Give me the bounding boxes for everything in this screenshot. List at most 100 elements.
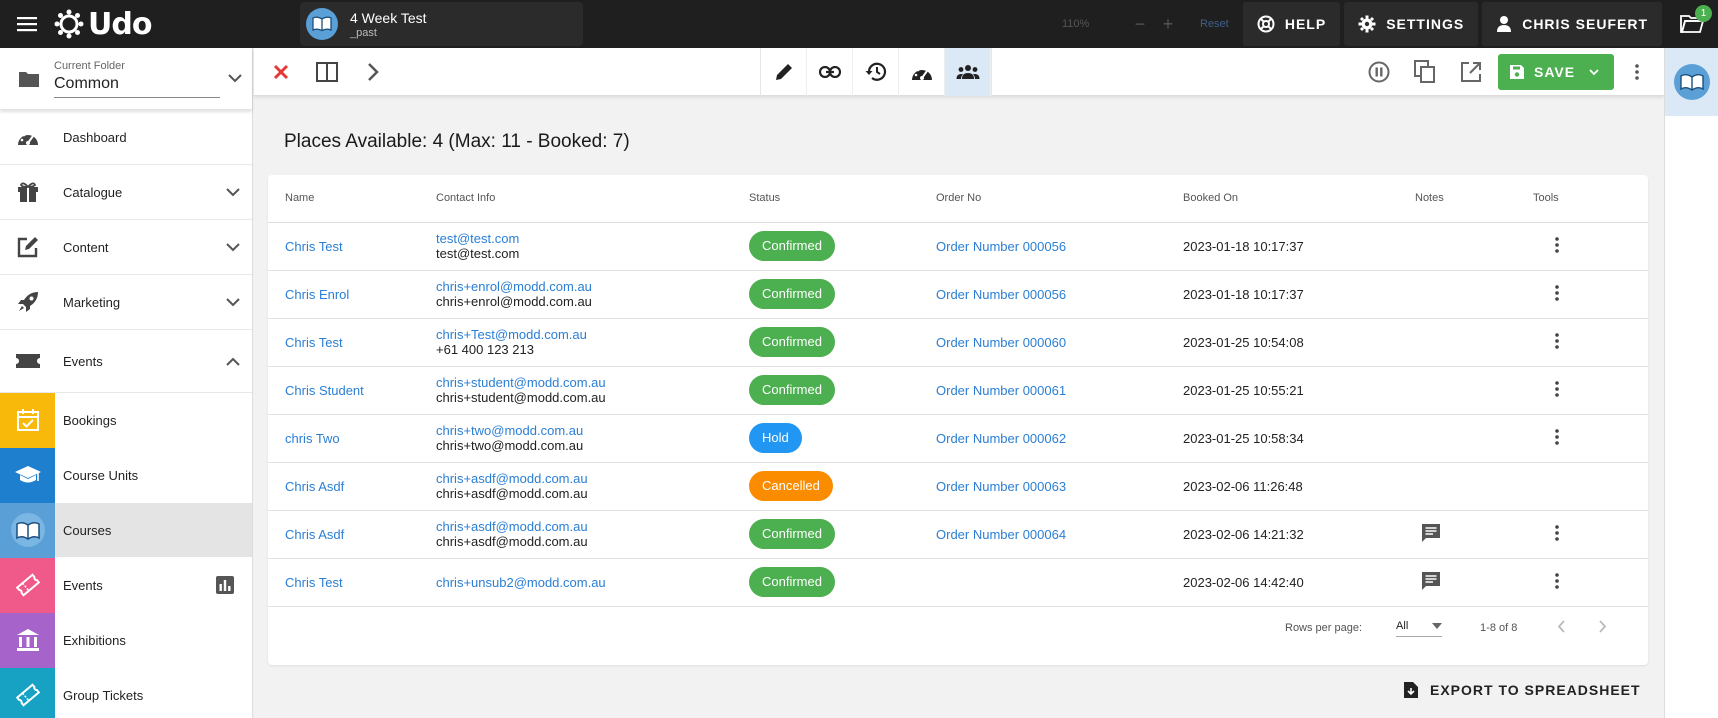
forward-button[interactable] xyxy=(350,48,396,96)
order-number-link[interactable]: Order Number 000060 xyxy=(936,335,1066,350)
status-badge[interactable]: Confirmed xyxy=(749,519,835,549)
sidebar-item-content[interactable]: Content xyxy=(0,220,252,275)
order-number-link[interactable]: Order Number 000064 xyxy=(936,527,1066,542)
attendee-name-link[interactable]: Chris Test xyxy=(285,239,343,254)
close-button[interactable] xyxy=(258,48,304,96)
attendee-name-link[interactable]: Chris Student xyxy=(285,383,364,398)
status-badge[interactable]: Confirmed xyxy=(749,327,835,357)
history-icon xyxy=(865,62,886,81)
link-button[interactable] xyxy=(807,48,853,96)
next-page-button[interactable] xyxy=(1599,620,1607,636)
folder-button[interactable]: 1 xyxy=(1666,0,1718,48)
sidebar-item-dashboard[interactable]: Dashboard xyxy=(0,110,252,165)
sidebar-item-group-tickets[interactable]: Group Tickets xyxy=(0,667,252,718)
split-view-button[interactable] xyxy=(304,48,350,96)
row-tools-button[interactable] xyxy=(1533,524,1559,544)
order-number-link[interactable]: Order Number 000056 xyxy=(936,239,1066,254)
help-button[interactable]: HELP xyxy=(1242,2,1341,46)
status-badge[interactable]: Cancelled xyxy=(749,471,833,501)
attendee-name-link[interactable]: Chris Asdf xyxy=(285,527,344,542)
chart-icon[interactable] xyxy=(216,576,234,597)
attendees-button[interactable] xyxy=(945,48,991,96)
order-number-link[interactable]: Order Number 000063 xyxy=(936,479,1066,494)
contact-email-link[interactable]: chris+two@modd.com.au xyxy=(436,423,749,438)
status-badge[interactable]: Confirmed xyxy=(749,567,835,597)
zoom-value: 110% xyxy=(1062,18,1090,30)
save-button[interactable]: SAVE xyxy=(1498,54,1614,90)
contact-email-link[interactable]: chris+unsub2@modd.com.au xyxy=(436,575,749,590)
more-options-button[interactable] xyxy=(1614,48,1660,96)
attendee-name-link[interactable]: Chris Asdf xyxy=(285,479,344,494)
status-badge[interactable]: Hold xyxy=(749,423,802,453)
prev-page-button[interactable] xyxy=(1557,620,1566,636)
row-tools-button[interactable] xyxy=(1533,332,1559,352)
sidebar-item-courses[interactable]: Courses xyxy=(0,502,252,558)
row-tools-button[interactable] xyxy=(1533,572,1559,592)
row-tools-button[interactable] xyxy=(1533,428,1559,448)
rows-per-page-select[interactable]: All xyxy=(1396,620,1443,637)
contact-email-link[interactable]: chris+asdf@modd.com.au xyxy=(436,519,749,534)
table-header-row: Name Contact Info Status Order No Booked… xyxy=(268,175,1648,223)
column-header-booked-on[interactable]: Booked On xyxy=(1183,175,1415,223)
row-tools-button[interactable] xyxy=(1533,380,1559,400)
column-header-name[interactable]: Name xyxy=(268,175,436,223)
status-badge[interactable]: Confirmed xyxy=(749,279,835,309)
attendee-name-link[interactable]: Chris Test xyxy=(285,575,343,590)
column-header-contact[interactable]: Contact Info xyxy=(436,175,749,223)
sidebar-item-course-units[interactable]: Course Units xyxy=(0,447,252,503)
contact-email-link[interactable]: test@test.com xyxy=(436,231,749,246)
sidebar-item-exhibitions[interactable]: Exhibitions xyxy=(0,612,252,668)
menu-icon[interactable] xyxy=(0,0,54,48)
sidebar-item-events[interactable]: Events xyxy=(0,330,252,393)
order-number-link[interactable]: Order Number 000061 xyxy=(936,383,1066,398)
attendee-name-link[interactable]: Chris Enrol xyxy=(285,287,349,302)
editor-toolbar: SAVE xyxy=(254,48,1664,96)
pencil-icon xyxy=(775,64,792,80)
folder-badge: 1 xyxy=(1695,5,1712,22)
zoom-in-button[interactable]: + xyxy=(1154,14,1182,35)
ticket-icon xyxy=(0,667,55,718)
contact-email-link[interactable]: chris+student@modd.com.au xyxy=(436,375,749,390)
order-number-link[interactable]: Order Number 000056 xyxy=(936,287,1066,302)
contact-email-link[interactable]: chris+Test@modd.com.au xyxy=(436,327,749,342)
attendee-name-link[interactable]: chris Two xyxy=(285,431,340,446)
contact-email-link[interactable]: chris+asdf@modd.com.au xyxy=(436,471,749,486)
attendee-name-link[interactable]: Chris Test xyxy=(285,335,343,350)
pause-button[interactable] xyxy=(1356,48,1402,96)
app-logo[interactable]: Udo xyxy=(54,7,300,42)
gift-icon xyxy=(0,165,55,220)
document-selector[interactable]: 4 Week Test _past xyxy=(300,2,583,46)
settings-button[interactable]: SETTINGS xyxy=(1344,2,1479,46)
sidebar-item-events-sub[interactable]: Events xyxy=(0,557,252,613)
open-external-button[interactable] xyxy=(1448,48,1494,96)
column-header-status[interactable]: Status xyxy=(749,175,936,223)
order-number-link[interactable]: Order Number 000062 xyxy=(936,431,1066,446)
row-tools-button[interactable] xyxy=(1533,236,1559,256)
sidebar-item-bookings[interactable]: Bookings xyxy=(0,392,252,448)
notes-button[interactable] xyxy=(1415,523,1441,546)
dashboard-button[interactable] xyxy=(899,48,945,96)
user-menu-button[interactable]: CHRIS SEUFERT xyxy=(1482,2,1662,46)
column-header-notes[interactable]: Notes xyxy=(1415,175,1533,223)
status-badge[interactable]: Confirmed xyxy=(749,375,835,405)
current-folder-select[interactable]: Current Folder Common xyxy=(0,48,252,110)
row-tools-button[interactable] xyxy=(1533,284,1559,304)
sidebar-item-marketing[interactable]: Marketing xyxy=(0,275,252,330)
pause-circle-icon xyxy=(1368,61,1390,83)
comment-icon xyxy=(1422,523,1440,542)
notes-button[interactable] xyxy=(1415,571,1441,594)
edit-button[interactable] xyxy=(761,48,807,96)
status-badge[interactable]: Confirmed xyxy=(749,231,835,261)
course-panel-button[interactable] xyxy=(1665,48,1718,116)
column-header-order[interactable]: Order No xyxy=(936,175,1183,223)
museum-icon xyxy=(0,612,55,668)
sidebar-item-catalogue[interactable]: Catalogue xyxy=(0,165,252,220)
history-button[interactable] xyxy=(853,48,899,96)
zoom-out-button[interactable]: − xyxy=(1126,14,1154,35)
table-row: Chris Test chris+unsub2@modd.com.au Confir… xyxy=(268,558,1648,607)
logo-icon xyxy=(54,9,84,39)
duplicate-button[interactable] xyxy=(1402,48,1448,96)
export-spreadsheet-button[interactable]: EXPORT TO SPREADSHEET xyxy=(1404,682,1641,698)
zoom-reset-button[interactable]: Reset xyxy=(1200,18,1229,30)
contact-email-link[interactable]: chris+enrol@modd.com.au xyxy=(436,279,749,294)
